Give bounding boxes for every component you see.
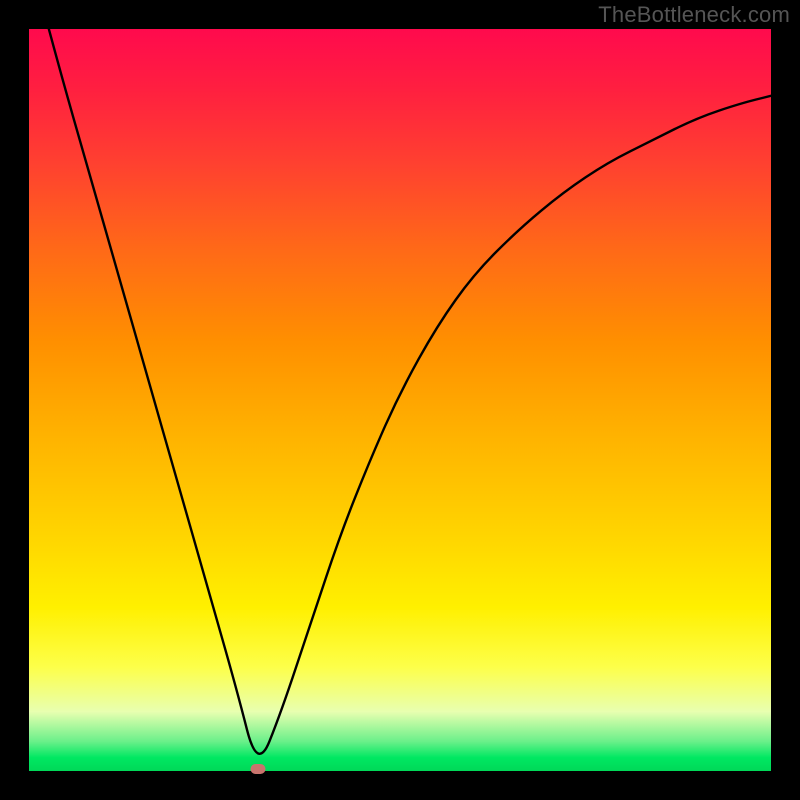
plot-area (28, 28, 772, 772)
watermark-text: TheBottleneck.com (598, 2, 790, 28)
chart-frame: TheBottleneck.com (0, 0, 800, 800)
minimum-marker (251, 764, 266, 774)
bottleneck-curve (29, 29, 771, 771)
curve-path (29, 29, 771, 754)
